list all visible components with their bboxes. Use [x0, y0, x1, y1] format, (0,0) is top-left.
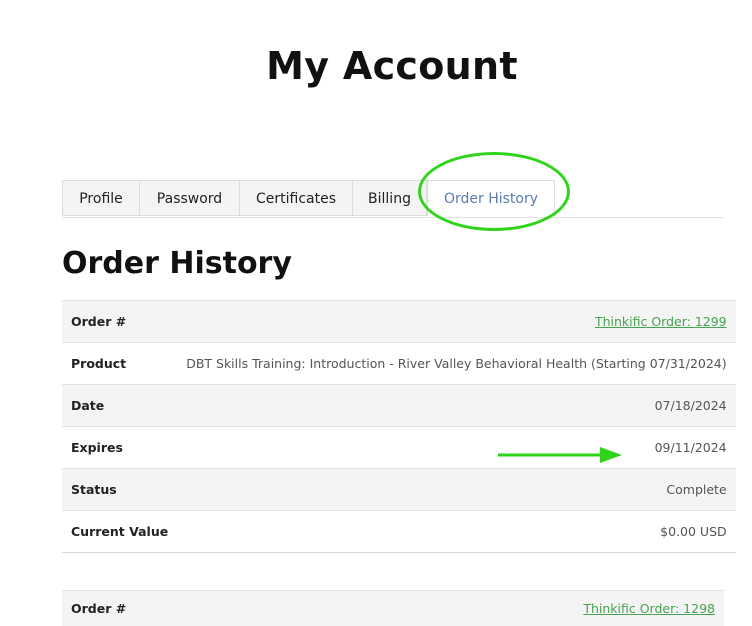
table-row: Product DBT Skills Training: Introductio…	[62, 342, 736, 385]
table-row: Status Complete	[62, 468, 736, 511]
order-link[interactable]: Thinkific Order: 1298	[583, 601, 715, 616]
status-label: Status	[62, 468, 178, 511]
table-row: Date 07/18/2024	[62, 384, 736, 427]
table-row: Current Value $0.00 USD	[62, 510, 736, 553]
product-label: Product	[62, 342, 178, 385]
tab-order-history[interactable]: Order History	[427, 180, 555, 217]
expires-label: Expires	[62, 426, 178, 469]
date-value: 07/18/2024	[177, 384, 736, 427]
date-label: Date	[62, 384, 178, 427]
current-value-value: $0.00 USD	[177, 510, 736, 553]
tab-profile[interactable]: Profile	[62, 180, 139, 216]
current-value-label: Current Value	[62, 510, 178, 553]
expires-value: 09/11/2024	[177, 426, 736, 469]
account-page: My Account Profile Password Certificates…	[0, 0, 752, 626]
tab-password[interactable]: Password	[139, 180, 239, 216]
tab-certificates[interactable]: Certificates	[239, 180, 352, 216]
product-value: DBT Skills Training: Introduction - Rive…	[177, 342, 736, 385]
order-table: Order # Thinkific Order: 1298	[62, 590, 724, 626]
order-link[interactable]: Thinkific Order: 1299	[595, 314, 727, 329]
order-number-label: Order #	[62, 300, 178, 343]
order-number-value: Thinkific Order: 1298	[172, 590, 724, 626]
tab-billing[interactable]: Billing	[352, 180, 427, 216]
account-tabs: Profile Password Certificates Billing Or…	[62, 180, 724, 218]
table-row: Expires 09/11/2024	[62, 426, 736, 469]
order-number-value: Thinkific Order: 1299	[177, 300, 736, 343]
status-value: Complete	[177, 468, 736, 511]
table-row: Order # Thinkific Order: 1298	[62, 590, 724, 626]
order-number-label: Order #	[62, 590, 172, 626]
order-table: Order # Thinkific Order: 1299 Product DB…	[62, 300, 736, 553]
page-title: My Account	[266, 44, 518, 88]
table-row: Order # Thinkific Order: 1299	[62, 300, 736, 343]
section-title: Order History	[62, 246, 292, 281]
